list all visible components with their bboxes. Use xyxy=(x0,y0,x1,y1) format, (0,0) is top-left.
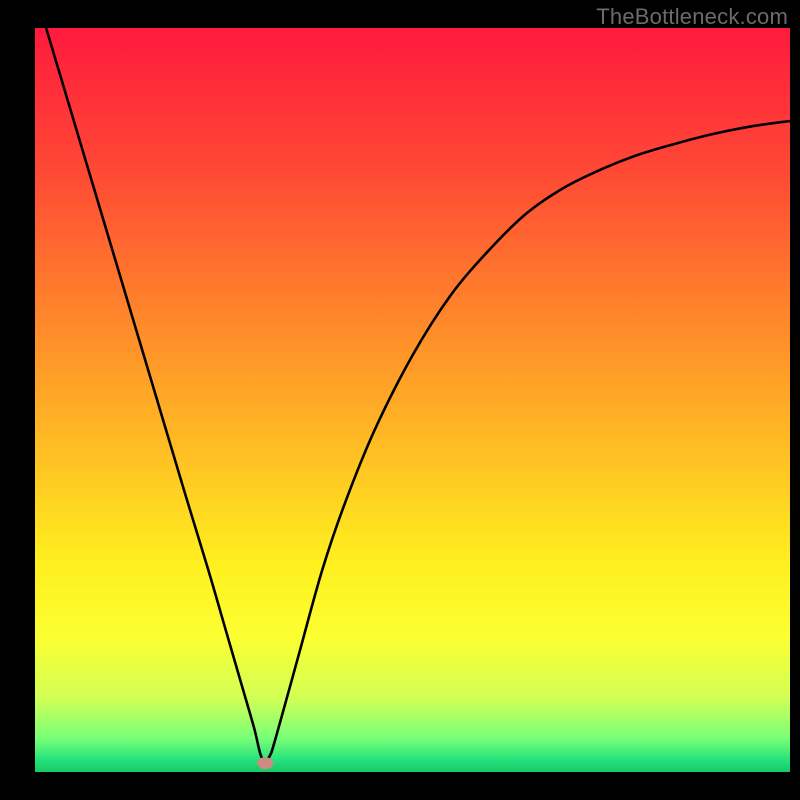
chart-frame: TheBottleneck.com xyxy=(0,0,800,800)
bottleneck-chart xyxy=(0,0,800,800)
watermark-text: TheBottleneck.com xyxy=(596,4,788,30)
optimal-point-marker xyxy=(257,757,273,769)
plot-background xyxy=(35,28,790,772)
